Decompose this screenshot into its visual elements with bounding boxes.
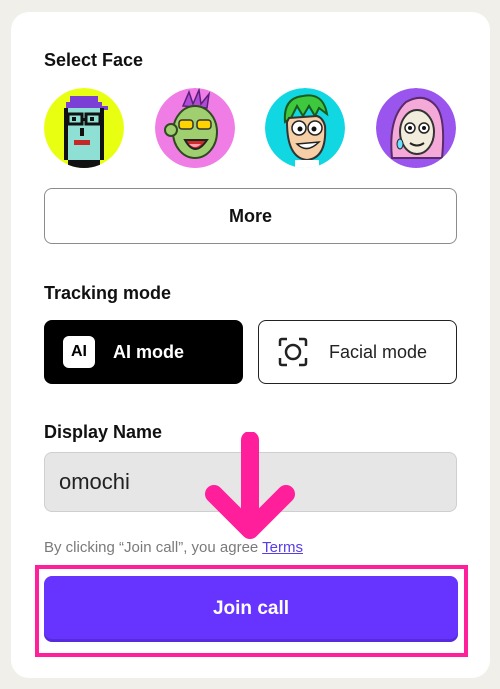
terms-notice: By clicking “Join call”, you agree Terms — [44, 539, 303, 556]
facial-mode-button[interactable]: Facial mode — [258, 320, 457, 384]
more-faces-button[interactable]: More — [44, 188, 457, 244]
arrow-down-icon — [205, 432, 295, 539]
terms-link[interactable]: Terms — [262, 539, 303, 556]
tracking-mode-heading: Tracking mode — [44, 283, 172, 303]
terms-text: By clicking “Join call”, you agree — [44, 539, 263, 556]
display-name-heading: Display Name — [44, 422, 163, 442]
face-option-green-ape[interactable] — [155, 88, 235, 168]
facial-mode-label: Facial mode — [329, 341, 428, 362]
ai-icon: AI — [63, 336, 95, 368]
face-scan-icon — [277, 336, 309, 368]
face-option-cartoon-boy[interactable] — [265, 88, 345, 168]
green-ape-avatar-image — [155, 88, 235, 168]
cartoon-boy-avatar-image — [265, 88, 345, 168]
pixel-punk-avatar-image — [44, 88, 124, 168]
ai-mode-button[interactable]: AI AI mode — [44, 320, 243, 384]
select-face-heading: Select Face — [44, 50, 144, 70]
face-list — [44, 88, 457, 170]
face-option-pink-hair-girl[interactable] — [376, 88, 456, 168]
ai-mode-label: AI mode — [113, 341, 185, 362]
pink-hair-girl-avatar-image — [376, 88, 456, 168]
face-option-pixel-punk[interactable] — [44, 88, 124, 168]
join-call-button[interactable]: Join call — [44, 576, 458, 642]
